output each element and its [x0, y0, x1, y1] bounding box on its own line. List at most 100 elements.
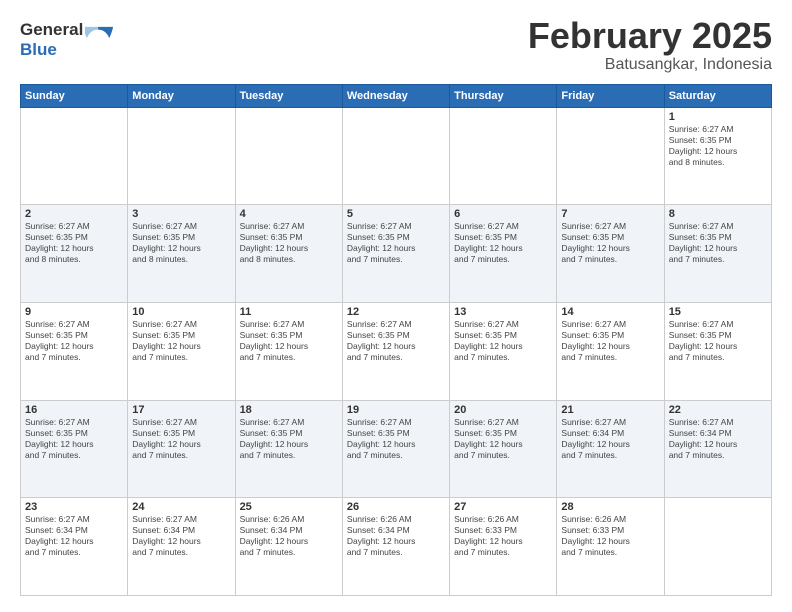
day-number: 4 — [240, 208, 338, 220]
day-info: Sunrise: 6:27 AM Sunset: 6:35 PM Dayligh… — [347, 221, 445, 265]
calendar-week-4: 16Sunrise: 6:27 AM Sunset: 6:35 PM Dayli… — [21, 400, 772, 498]
col-header-thursday: Thursday — [450, 84, 557, 107]
day-info: Sunrise: 6:27 AM Sunset: 6:35 PM Dayligh… — [454, 417, 552, 461]
calendar-cell: 28Sunrise: 6:26 AM Sunset: 6:33 PM Dayli… — [557, 498, 664, 596]
day-info: Sunrise: 6:27 AM Sunset: 6:35 PM Dayligh… — [347, 417, 445, 461]
calendar-cell: 14Sunrise: 6:27 AM Sunset: 6:35 PM Dayli… — [557, 302, 664, 400]
day-info: Sunrise: 6:27 AM Sunset: 6:35 PM Dayligh… — [669, 221, 767, 265]
day-info: Sunrise: 6:27 AM Sunset: 6:34 PM Dayligh… — [561, 417, 659, 461]
day-number: 22 — [669, 404, 767, 416]
calendar-cell — [450, 107, 557, 205]
calendar-cell: 19Sunrise: 6:27 AM Sunset: 6:35 PM Dayli… — [342, 400, 449, 498]
day-number: 23 — [25, 501, 123, 513]
calendar-cell: 12Sunrise: 6:27 AM Sunset: 6:35 PM Dayli… — [342, 302, 449, 400]
day-number: 10 — [132, 306, 230, 318]
page: General Blue February 2025 Batusangkar, … — [0, 0, 792, 612]
calendar-cell: 18Sunrise: 6:27 AM Sunset: 6:35 PM Dayli… — [235, 400, 342, 498]
calendar-cell: 11Sunrise: 6:27 AM Sunset: 6:35 PM Dayli… — [235, 302, 342, 400]
day-number: 24 — [132, 501, 230, 513]
day-number: 14 — [561, 306, 659, 318]
day-info: Sunrise: 6:27 AM Sunset: 6:35 PM Dayligh… — [669, 124, 767, 168]
calendar-cell: 23Sunrise: 6:27 AM Sunset: 6:34 PM Dayli… — [21, 498, 128, 596]
calendar-cell: 8Sunrise: 6:27 AM Sunset: 6:35 PM Daylig… — [664, 205, 771, 303]
calendar-cell: 10Sunrise: 6:27 AM Sunset: 6:35 PM Dayli… — [128, 302, 235, 400]
day-info: Sunrise: 6:27 AM Sunset: 6:35 PM Dayligh… — [25, 221, 123, 265]
calendar-cell: 26Sunrise: 6:26 AM Sunset: 6:34 PM Dayli… — [342, 498, 449, 596]
day-number: 21 — [561, 404, 659, 416]
day-info: Sunrise: 6:27 AM Sunset: 6:35 PM Dayligh… — [561, 221, 659, 265]
day-info: Sunrise: 6:27 AM Sunset: 6:34 PM Dayligh… — [132, 514, 230, 558]
logo-text: General Blue — [20, 20, 83, 59]
day-number: 1 — [669, 111, 767, 123]
day-number: 5 — [347, 208, 445, 220]
calendar-cell: 20Sunrise: 6:27 AM Sunset: 6:35 PM Dayli… — [450, 400, 557, 498]
calendar-cell — [235, 107, 342, 205]
col-header-sunday: Sunday — [21, 84, 128, 107]
day-info: Sunrise: 6:26 AM Sunset: 6:34 PM Dayligh… — [240, 514, 338, 558]
calendar-cell: 25Sunrise: 6:26 AM Sunset: 6:34 PM Dayli… — [235, 498, 342, 596]
header: General Blue February 2025 Batusangkar, … — [20, 16, 772, 74]
calendar-cell: 9Sunrise: 6:27 AM Sunset: 6:35 PM Daylig… — [21, 302, 128, 400]
logo-general: General — [20, 20, 83, 40]
day-info: Sunrise: 6:27 AM Sunset: 6:35 PM Dayligh… — [25, 417, 123, 461]
calendar-week-3: 9Sunrise: 6:27 AM Sunset: 6:35 PM Daylig… — [21, 302, 772, 400]
calendar-cell: 3Sunrise: 6:27 AM Sunset: 6:35 PM Daylig… — [128, 205, 235, 303]
day-number: 9 — [25, 306, 123, 318]
day-info: Sunrise: 6:27 AM Sunset: 6:35 PM Dayligh… — [132, 417, 230, 461]
day-number: 12 — [347, 306, 445, 318]
calendar-title: February 2025 — [528, 16, 772, 56]
calendar-cell: 24Sunrise: 6:27 AM Sunset: 6:34 PM Dayli… — [128, 498, 235, 596]
calendar-cell: 21Sunrise: 6:27 AM Sunset: 6:34 PM Dayli… — [557, 400, 664, 498]
day-info: Sunrise: 6:27 AM Sunset: 6:35 PM Dayligh… — [240, 319, 338, 363]
day-info: Sunrise: 6:26 AM Sunset: 6:34 PM Dayligh… — [347, 514, 445, 558]
day-number: 8 — [669, 208, 767, 220]
col-header-wednesday: Wednesday — [342, 84, 449, 107]
calendar-cell: 27Sunrise: 6:26 AM Sunset: 6:33 PM Dayli… — [450, 498, 557, 596]
col-header-friday: Friday — [557, 84, 664, 107]
calendar-week-1: 1Sunrise: 6:27 AM Sunset: 6:35 PM Daylig… — [21, 107, 772, 205]
day-info: Sunrise: 6:26 AM Sunset: 6:33 PM Dayligh… — [454, 514, 552, 558]
calendar-subtitle: Batusangkar, Indonesia — [528, 56, 772, 74]
day-number: 26 — [347, 501, 445, 513]
calendar-cell: 4Sunrise: 6:27 AM Sunset: 6:35 PM Daylig… — [235, 205, 342, 303]
day-number: 25 — [240, 501, 338, 513]
col-header-monday: Monday — [128, 84, 235, 107]
day-number: 2 — [25, 208, 123, 220]
calendar-cell: 1Sunrise: 6:27 AM Sunset: 6:35 PM Daylig… — [664, 107, 771, 205]
calendar-cell — [557, 107, 664, 205]
day-number: 28 — [561, 501, 659, 513]
day-number: 27 — [454, 501, 552, 513]
calendar-cell: 13Sunrise: 6:27 AM Sunset: 6:35 PM Dayli… — [450, 302, 557, 400]
day-info: Sunrise: 6:27 AM Sunset: 6:35 PM Dayligh… — [669, 319, 767, 363]
day-info: Sunrise: 6:27 AM Sunset: 6:35 PM Dayligh… — [561, 319, 659, 363]
calendar-cell: 15Sunrise: 6:27 AM Sunset: 6:35 PM Dayli… — [664, 302, 771, 400]
calendar-header-row: SundayMondayTuesdayWednesdayThursdayFrid… — [21, 84, 772, 107]
calendar-table: SundayMondayTuesdayWednesdayThursdayFrid… — [20, 84, 772, 596]
day-info: Sunrise: 6:27 AM Sunset: 6:35 PM Dayligh… — [240, 417, 338, 461]
day-number: 15 — [669, 306, 767, 318]
day-info: Sunrise: 6:27 AM Sunset: 6:35 PM Dayligh… — [454, 319, 552, 363]
calendar-cell: 7Sunrise: 6:27 AM Sunset: 6:35 PM Daylig… — [557, 205, 664, 303]
logo-icon — [85, 25, 113, 53]
day-info: Sunrise: 6:27 AM Sunset: 6:35 PM Dayligh… — [25, 319, 123, 363]
calendar-cell: 16Sunrise: 6:27 AM Sunset: 6:35 PM Dayli… — [21, 400, 128, 498]
col-header-saturday: Saturday — [664, 84, 771, 107]
title-block: February 2025 Batusangkar, Indonesia — [528, 16, 772, 74]
calendar-cell: 17Sunrise: 6:27 AM Sunset: 6:35 PM Dayli… — [128, 400, 235, 498]
day-number: 20 — [454, 404, 552, 416]
calendar-cell: 2Sunrise: 6:27 AM Sunset: 6:35 PM Daylig… — [21, 205, 128, 303]
calendar-week-2: 2Sunrise: 6:27 AM Sunset: 6:35 PM Daylig… — [21, 205, 772, 303]
day-number: 13 — [454, 306, 552, 318]
day-number: 6 — [454, 208, 552, 220]
day-number: 17 — [132, 404, 230, 416]
day-number: 18 — [240, 404, 338, 416]
day-number: 16 — [25, 404, 123, 416]
day-info: Sunrise: 6:27 AM Sunset: 6:35 PM Dayligh… — [132, 319, 230, 363]
day-number: 7 — [561, 208, 659, 220]
day-info: Sunrise: 6:27 AM Sunset: 6:34 PM Dayligh… — [669, 417, 767, 461]
day-info: Sunrise: 6:27 AM Sunset: 6:35 PM Dayligh… — [132, 221, 230, 265]
day-number: 19 — [347, 404, 445, 416]
day-info: Sunrise: 6:27 AM Sunset: 6:35 PM Dayligh… — [347, 319, 445, 363]
calendar-cell: 6Sunrise: 6:27 AM Sunset: 6:35 PM Daylig… — [450, 205, 557, 303]
calendar-cell — [342, 107, 449, 205]
